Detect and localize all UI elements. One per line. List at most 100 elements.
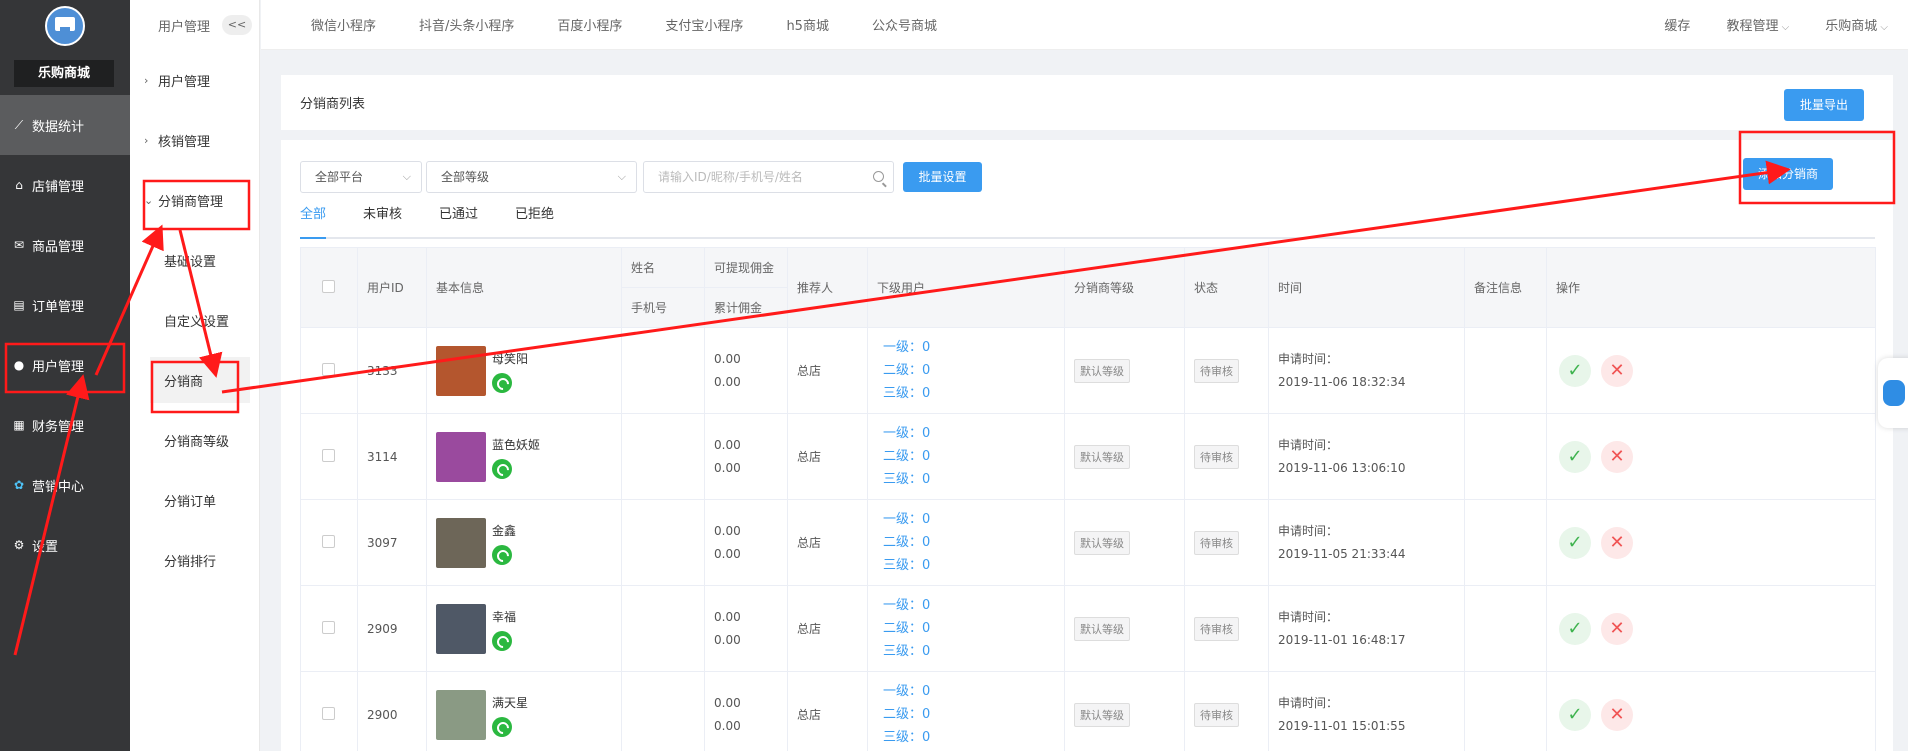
level-3-link[interactable]: 三级：0 <box>877 554 1064 577</box>
sub-custom-settings[interactable]: 自定义设置 <box>130 290 259 350</box>
nav-item-marketing[interactable]: ✿ 营销中心 <box>0 455 130 515</box>
level-select[interactable]: 全部等级 ⌵ <box>426 161 637 193</box>
search-input[interactable] <box>644 162 854 192</box>
tab-alipay[interactable]: 支付宝小程序 <box>665 15 743 34</box>
group-distributor-management[interactable]: ⌄ 分销商管理 <box>130 170 259 230</box>
level-3-link[interactable]: 三级：0 <box>877 726 1064 749</box>
top-bar: 微信小程序 抖音/头条小程序 百度小程序 支付宝小程序 h5商城 公众号商城 缓… <box>261 0 1908 50</box>
nav-label: 用户管理 <box>32 359 85 375</box>
reject-close-icon[interactable]: ✕ <box>1601 612 1633 645</box>
approve-check-icon[interactable]: ✓ <box>1559 440 1591 473</box>
cell-nickname: 母笑阳 <box>492 351 529 366</box>
level-1-link[interactable]: 一级：0 <box>877 336 1064 359</box>
add-distributor-button[interactable]: 添加分销商 <box>1743 158 1833 190</box>
approve-check-icon[interactable]: ✓ <box>1559 612 1591 645</box>
level-3-link[interactable]: 三级：0 <box>877 382 1064 405</box>
cell-referrer: 总店 <box>787 585 868 672</box>
level-select-value: 全部等级 <box>441 170 490 184</box>
level-3-link[interactable]: 三级：0 <box>877 468 1064 491</box>
tab-h5[interactable]: h5商城 <box>786 15 829 34</box>
batch-settings-button[interactable]: 批量设置 <box>903 162 982 192</box>
cell-referrer: 总店 <box>787 499 868 586</box>
cell-status: 待审核 <box>1184 585 1269 672</box>
table-body: 3133 母笑阳 0.00 0.00 总店 一级：0 二级：0 三级：0 默认等级 待审核 申请时间… <box>300 327 1876 751</box>
nav-item-users[interactable]: ● 用户管理 <box>0 335 130 395</box>
reject-close-icon[interactable]: ✕ <box>1601 526 1633 559</box>
cell-subordinates: 一级：0 二级：0 三级：0 <box>867 413 1065 500</box>
sub-distribution-orders[interactable]: 分销订单 <box>130 470 259 530</box>
cell-time: 申请时间： 2019-11-06 18:32:34 <box>1268 327 1465 414</box>
tab-all[interactable]: 全部 <box>300 207 327 239</box>
sub-distributor[interactable]: 分销商 <box>150 357 250 403</box>
cell-remark <box>1464 327 1547 414</box>
status-badge: 待审核 <box>1194 358 1239 383</box>
tab-pending[interactable]: 未审核 <box>363 207 402 239</box>
mini-program-icon <box>492 458 512 479</box>
row-checkbox[interactable] <box>322 706 335 720</box>
batch-export-button[interactable]: 批量导出 <box>1784 89 1864 121</box>
search-icon[interactable] <box>873 171 884 182</box>
approve-check-icon[interactable]: ✓ <box>1559 354 1591 387</box>
cell-info: 母笑阳 <box>426 327 622 414</box>
sub-basic-settings[interactable]: 基础设置 <box>130 230 259 290</box>
brand-name: 乐购商城 <box>14 60 114 87</box>
group-verification[interactable]: › 核销管理 <box>130 110 259 170</box>
table-row: 3114 蓝色妖姬 0.00 0.00 总店 一级：0 二级：0 三级：0 默认等级 待审核 申请时… <box>300 413 1876 500</box>
nav-item-finance[interactable]: ▦ 财务管理 <box>0 395 130 455</box>
row-checkbox[interactable] <box>322 534 335 548</box>
nav-item-goods[interactable]: ✉ 商品管理 <box>0 215 130 275</box>
sub-distributor-level[interactable]: 分销商等级 <box>130 410 259 470</box>
level-2-link[interactable]: 二级：0 <box>877 359 1064 382</box>
mini-program-icon <box>492 544 512 565</box>
level-2-link[interactable]: 二级：0 <box>877 703 1064 726</box>
nav-item-store[interactable]: ⌂ 店铺管理 <box>0 155 130 215</box>
cache-link[interactable]: 缓存 <box>1664 15 1690 34</box>
chevron-right-icon: › <box>144 73 149 87</box>
level-badge: 默认等级 <box>1074 358 1130 383</box>
approve-check-icon[interactable]: ✓ <box>1559 526 1591 559</box>
header-withdrawable: 可提现佣金 <box>704 247 788 288</box>
row-checkbox[interactable] <box>322 620 335 634</box>
row-checkbox[interactable] <box>322 362 335 376</box>
customer-service-bubble[interactable] <box>1878 358 1908 428</box>
main-sidebar: 乐购商城 ⟋ 数据统计 ⌂ 店铺管理 ✉ 商品管理 ▤ 订单管理 ● 用户管理 ▦ 财务管理… <box>0 0 130 751</box>
level-3-link[interactable]: 三级：0 <box>877 640 1064 663</box>
level-1-link[interactable]: 一级：0 <box>877 594 1064 617</box>
group-user-management[interactable]: › 用户管理 <box>130 50 259 110</box>
search-box <box>643 161 894 193</box>
collapse-button[interactable]: << <box>222 15 253 35</box>
reject-close-icon[interactable]: ✕ <box>1601 354 1633 387</box>
nav-item-settings[interactable]: ⚙ 设置 <box>0 515 130 575</box>
tab-wechat[interactable]: 微信小程序 <box>311 15 376 34</box>
withdrawable-value: 0.00 <box>714 609 741 624</box>
level-2-link[interactable]: 二级：0 <box>877 445 1064 468</box>
level-badge: 默认等级 <box>1074 616 1130 641</box>
nav-label: 数据统计 <box>32 119 85 135</box>
nav-item-orders[interactable]: ▤ 订单管理 <box>0 275 130 335</box>
tab-official-account[interactable]: 公众号商城 <box>872 15 937 34</box>
level-1-link[interactable]: 一级：0 <box>877 508 1064 531</box>
cell-commission: 0.00 0.00 <box>704 585 788 672</box>
row-checkbox[interactable] <box>322 448 335 462</box>
reject-close-icon[interactable]: ✕ <box>1601 698 1633 731</box>
level-badge: 默认等级 <box>1074 530 1130 555</box>
reject-close-icon[interactable]: ✕ <box>1601 440 1633 473</box>
level-1-link[interactable]: 一级：0 <box>877 422 1064 445</box>
nav-item-data-stats[interactable]: ⟋ 数据统计 <box>0 95 130 155</box>
tab-rejected[interactable]: 已拒绝 <box>515 207 554 239</box>
tab-approved[interactable]: 已通过 <box>439 207 478 239</box>
sub-distribution-ranking[interactable]: 分销排行 <box>130 530 259 590</box>
select-all-checkbox[interactable] <box>322 279 335 293</box>
table-row: 2909 幸福 0.00 0.00 总店 一级：0 二级：0 三级：0 默认等级 待审核 申请时间：… <box>300 585 1876 672</box>
shop-dropdown[interactable]: 乐购商城 <box>1825 15 1888 34</box>
cell-level: 默认等级 <box>1064 413 1185 500</box>
platform-select[interactable]: 全部平台 ⌵ <box>300 161 422 193</box>
level-1-link[interactable]: 一级：0 <box>877 680 1064 703</box>
approve-check-icon[interactable]: ✓ <box>1559 698 1591 731</box>
tutorial-dropdown[interactable]: 教程管理 <box>1726 15 1789 34</box>
level-2-link[interactable]: 二级：0 <box>877 531 1064 554</box>
tab-baidu[interactable]: 百度小程序 <box>557 15 622 34</box>
brand: 乐购商城 <box>0 0 130 95</box>
level-2-link[interactable]: 二级：0 <box>877 617 1064 640</box>
tab-douyin[interactable]: 抖音/头条小程序 <box>419 15 514 34</box>
